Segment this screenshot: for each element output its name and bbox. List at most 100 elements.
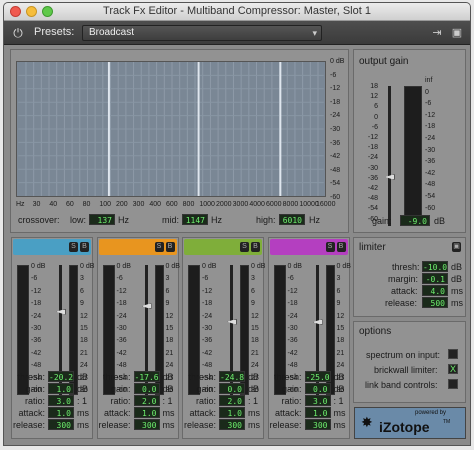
band-ratio-label: ratio: xyxy=(110,396,131,406)
freq-tick-label: 600 xyxy=(166,201,178,208)
band-gr-tick-label: 0 dB xyxy=(80,263,95,270)
limiter-margin-field[interactable]: -0.1 xyxy=(422,273,448,284)
band-thresh-field[interactable]: -25.0 xyxy=(304,371,331,382)
output-meter xyxy=(404,86,422,226)
band-attack-unit: ms xyxy=(162,408,175,418)
band-attack-field[interactable]: 1.0 xyxy=(304,407,331,418)
spectrum-on-input-checkbox[interactable] xyxy=(448,349,458,359)
preset-select[interactable]: Broadcast ▾ xyxy=(82,25,322,41)
crossover-label: crossover: xyxy=(18,215,60,225)
band-ratio-field[interactable]: 3.0 xyxy=(48,395,74,406)
band-solo-icon[interactable]: S xyxy=(240,242,249,252)
output-meter-tick-label: -6 xyxy=(425,100,432,108)
band-gr-tick-label: 3 xyxy=(80,275,84,283)
band-solo-icon[interactable]: S xyxy=(154,242,164,252)
output-gain-tick-label: -24 xyxy=(367,154,378,162)
output-gain-title: output gain xyxy=(359,56,409,67)
band-ratio-unit: : 1 xyxy=(162,396,173,406)
freq-tick-label: 800 xyxy=(182,201,195,208)
band-ratio-field[interactable]: 2.0 xyxy=(133,395,160,406)
band-gr-tick-label: 12 xyxy=(336,312,345,320)
band-level-tick-label: -48 xyxy=(116,362,127,370)
band-release-field[interactable]: 300 xyxy=(48,419,74,430)
band-level-tick-label: 0 dB xyxy=(31,263,46,270)
band-gr-tick-label: 24 xyxy=(80,362,88,370)
band-bypass-icon[interactable]: B xyxy=(251,242,260,252)
db-tick-label: -12 xyxy=(330,85,341,93)
band-release-field[interactable]: 300 xyxy=(219,419,245,430)
band-thresh-field[interactable]: -20.2 xyxy=(48,371,74,382)
window-title: Track Fx Editor - Multiband Compressor: … xyxy=(103,5,371,17)
db-tick-label: -36 xyxy=(330,139,341,147)
limiter-release-field[interactable]: 500 xyxy=(422,297,448,308)
limiter-bypass-icon[interactable]: ▣ xyxy=(452,242,461,252)
freq-tick-label: 30 xyxy=(32,201,41,208)
band-release-unit: ms xyxy=(333,420,346,430)
freq-tick-label: 80 xyxy=(82,201,91,208)
band-gr-tick-label: 12 xyxy=(251,312,259,320)
band-ratio-unit: : 1 xyxy=(248,396,259,406)
window-mode-icon[interactable]: ▣ xyxy=(450,26,464,40)
band-level-tick-label: -48 xyxy=(287,362,298,370)
output-gain-fader-track[interactable] xyxy=(388,86,391,226)
band-thresh-field[interactable]: -17.6 xyxy=(133,371,160,382)
output-gain-field[interactable]: -9.0 xyxy=(400,215,430,226)
band-solo-icon[interactable]: S xyxy=(69,242,78,252)
band-gain-label: gain: xyxy=(25,384,45,394)
band-header xyxy=(269,239,348,255)
power-icon[interactable]: ⏻ xyxy=(10,25,26,41)
output-gain-tick-label: -42 xyxy=(367,185,378,192)
freq-tick-label: 200 xyxy=(116,201,128,208)
band-attack-field[interactable]: 1.0 xyxy=(133,407,160,418)
band-gr-tick-label: 18 xyxy=(251,337,259,345)
brickwall-limiter-checkbox[interactable]: X xyxy=(448,364,458,374)
band-thresh-label: thresh: xyxy=(102,372,131,382)
band-ratio-field[interactable]: 2.0 xyxy=(219,395,245,406)
band-attack-unit: ms xyxy=(248,408,260,418)
band-release-label: release: xyxy=(13,420,46,430)
band-bypass-icon[interactable]: B xyxy=(336,242,346,252)
link-band-controls-checkbox[interactable] xyxy=(448,379,458,389)
band-gr-tick-label: 18 xyxy=(336,337,345,345)
band-gain-field[interactable]: 0.0 xyxy=(133,383,160,394)
band-level-tick-label: -6 xyxy=(31,275,38,283)
band-attack-field[interactable]: 1.0 xyxy=(219,407,245,418)
band-thresh-field[interactable]: -24.8 xyxy=(219,371,245,382)
band-release-label: release: xyxy=(269,420,302,430)
output-gain-tick-label: -12 xyxy=(367,134,378,141)
crossover-mid-field[interactable]: 1147 xyxy=(182,214,208,225)
output-gain-tick-label: -54 xyxy=(367,205,378,213)
output-gain-tick-label: -36 xyxy=(367,174,378,182)
freq-tick-label: 16000 xyxy=(316,201,336,208)
spectrum-graph[interactable] xyxy=(16,61,326,197)
band-thresh-unit: dB xyxy=(333,372,345,382)
band-ratio-label: ratio: xyxy=(195,396,216,406)
limiter-thresh-field[interactable]: -10.0 xyxy=(422,261,448,272)
limiter-attack-field[interactable]: 4.0 xyxy=(422,285,448,296)
limiter-attack-label: attack: xyxy=(391,286,418,296)
band-level-tick-label: -48 xyxy=(31,362,42,370)
band-release-field[interactable]: 300 xyxy=(133,419,160,430)
band-gain-field[interactable]: 0.0 xyxy=(304,383,331,394)
band-gr-tick-label: 24 xyxy=(165,362,174,370)
db-tick-label: -6 xyxy=(330,71,337,79)
band-bypass-icon[interactable]: B xyxy=(80,242,89,252)
izotope-swirl-icon: ✸ xyxy=(361,414,373,430)
band-attack-field[interactable]: 1.0 xyxy=(48,407,74,418)
crossover-high-field[interactable]: 6010 xyxy=(279,214,305,225)
routing-icon[interactable]: ⇥ xyxy=(430,26,444,40)
band-bypass-icon[interactable]: B xyxy=(165,242,175,252)
band-level-tick-label: -12 xyxy=(202,287,213,295)
crossover-low-field[interactable]: 137 xyxy=(89,214,115,225)
band-ratio-field[interactable]: 3.0 xyxy=(304,395,331,406)
band-gain-field[interactable]: 0.0 xyxy=(219,383,245,394)
band-release-field[interactable]: 300 xyxy=(304,419,331,430)
band-gain-unit: dB xyxy=(248,384,260,394)
band-gain-field[interactable]: 1.0 xyxy=(48,383,74,394)
band-level-tick-label: -6 xyxy=(287,275,294,283)
band-attack-unit: ms xyxy=(333,408,346,418)
db-tick-label: -48 xyxy=(330,166,341,174)
izotope-logo[interactable]: ✸ powered by iZotope TM xyxy=(354,407,466,439)
band-gain-unit: dB xyxy=(162,384,174,394)
band-solo-icon[interactable]: S xyxy=(325,242,335,252)
